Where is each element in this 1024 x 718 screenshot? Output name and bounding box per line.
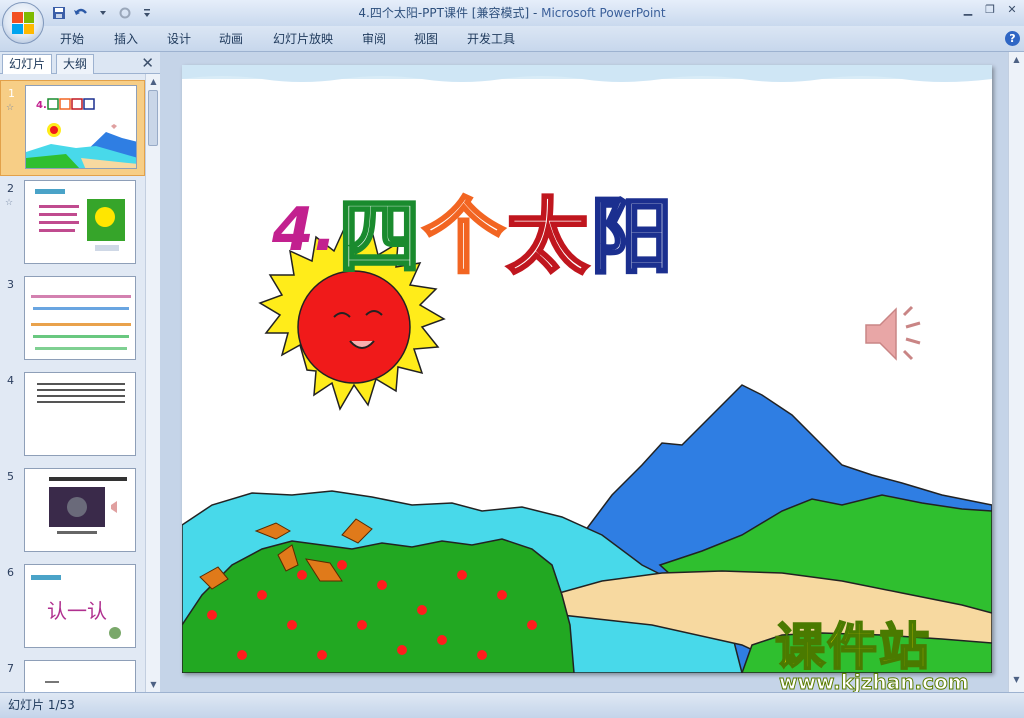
slide-thumbnail-6[interactable]: 6 认一认 (0, 560, 145, 656)
tab-slides[interactable]: 幻灯片 (2, 54, 53, 74)
minimize-button[interactable]: ▁ (958, 2, 978, 18)
watermark-url: www.kjzhan.com (779, 670, 970, 695)
office-logo-icon (12, 12, 34, 34)
thumbnail-list: 1 ☆ 4. 2 ☆ 3 4 5 6 认一认 7 (0, 74, 145, 692)
app-name: Microsoft PowerPoint (541, 6, 666, 20)
watermark: 课件站 www.kjzhan.com (774, 618, 1007, 695)
slide-preview: 4. (25, 85, 137, 169)
editor-scroll-up-icon[interactable]: ▲ (1009, 52, 1024, 67)
redo-icon[interactable] (116, 4, 134, 22)
animation-star-icon: ☆ (6, 103, 15, 113)
slide-thumbnail-7[interactable]: 7 (0, 656, 145, 692)
scroll-up-icon[interactable]: ▲ (146, 74, 161, 89)
slide-artwork (182, 65, 992, 673)
slide-thumbnail-3[interactable]: 3 (0, 272, 145, 368)
watermark-chinese: 课件站 (774, 618, 931, 676)
slide-counter: 幻灯片 1/53 (8, 698, 75, 712)
slide-number: 2 (7, 182, 14, 195)
tab-developer[interactable]: 开发工具 (467, 26, 515, 52)
sound-icon[interactable] (862, 303, 928, 368)
slide-number: 4 (7, 374, 14, 387)
tab-design[interactable]: 设计 (167, 26, 191, 52)
title-char-4: 阳 (589, 189, 674, 287)
scrollbar-thumb[interactable] (148, 90, 158, 146)
tab-insert[interactable]: 插入 (114, 26, 138, 52)
slide-preview (24, 468, 136, 552)
editor-scroll-down-icon[interactable]: ▼ (1009, 672, 1024, 687)
slide-title[interactable]: 4. 四 个 太 阳 (272, 170, 674, 289)
thumb-6-text: 认一认 (47, 599, 107, 623)
title-char-1: 四 (337, 189, 422, 287)
office-button[interactable] (2, 2, 44, 44)
scroll-down-icon[interactable]: ▼ (146, 677, 161, 692)
restore-button[interactable]: ❐ (980, 2, 1000, 18)
slide-preview (24, 372, 136, 456)
svg-text:4.: 4. (36, 100, 47, 111)
slides-panel: 幻灯片 大纲 ✕ 1 ☆ 4. 2 ☆ 3 4 5 6 认一认 7 ▲ ▼ (0, 52, 160, 692)
title-char-2: 个 (421, 189, 506, 287)
tab-view[interactable]: 视图 (414, 26, 438, 52)
panel-close-icon[interactable]: ✕ (141, 54, 154, 72)
quick-access-toolbar (50, 4, 156, 22)
slide-number: 7 (7, 662, 14, 675)
undo-icon[interactable] (72, 4, 90, 22)
title-char-3: 太 (505, 189, 590, 287)
animation-star-icon: ☆ (5, 198, 14, 208)
slide-thumbnail-2[interactable]: 2 ☆ (0, 176, 145, 272)
close-button[interactable]: ✕ (1002, 2, 1022, 18)
tab-slide-show[interactable]: 幻灯片放映 (273, 26, 333, 52)
panel-scrollbar[interactable]: ▲ ▼ (145, 74, 160, 692)
current-slide[interactable]: 4. 四 个 太 阳 (182, 65, 992, 673)
slide-number: 5 (7, 470, 14, 483)
slide-number: 6 (7, 566, 14, 579)
title-bar: 4.四个太阳-PPT课件 [兼容模式] - Microsoft PowerPoi… (0, 0, 1024, 26)
customize-toolbar-icon[interactable] (138, 4, 156, 22)
tab-home[interactable]: 开始 (60, 26, 84, 52)
save-icon[interactable] (50, 4, 68, 22)
title-separator: - (529, 6, 542, 20)
help-icon[interactable]: ? (1005, 31, 1020, 46)
editor-scrollbar[interactable]: ▲ ▼ (1008, 52, 1024, 692)
slide-preview: 认一认 (24, 564, 136, 648)
slide-preview (24, 660, 136, 692)
slide-preview (24, 276, 136, 360)
undo-dropdown-icon[interactable] (94, 4, 112, 22)
document-title: 4.四个太阳-PPT课件 [兼容模式] (358, 6, 530, 20)
tab-animations[interactable]: 动画 (219, 26, 243, 52)
slide-preview (24, 180, 136, 264)
slide-editor: 4. 四 个 太 阳 (161, 52, 1008, 692)
slide-thumbnail-5[interactable]: 5 (0, 464, 145, 560)
status-bar: 幻灯片 1/53 (0, 692, 1024, 718)
ribbon-tab-bar: 开始 插入 设计 动画 幻灯片放映 审阅 视图 开发工具 ? (0, 26, 1024, 52)
tab-review[interactable]: 审阅 (362, 26, 386, 52)
slide-thumbnail-1[interactable]: 1 ☆ 4. (0, 80, 145, 176)
slide-number: 1 (8, 87, 15, 100)
window-controls: ▁ ❐ ✕ (958, 2, 1022, 18)
title-number: 4. (272, 194, 337, 265)
slide-number: 3 (7, 278, 14, 291)
panel-tab-bar: 幻灯片 大纲 ✕ (0, 52, 160, 74)
slide-thumbnail-4[interactable]: 4 (0, 368, 145, 464)
tab-outline[interactable]: 大纲 (56, 54, 95, 74)
